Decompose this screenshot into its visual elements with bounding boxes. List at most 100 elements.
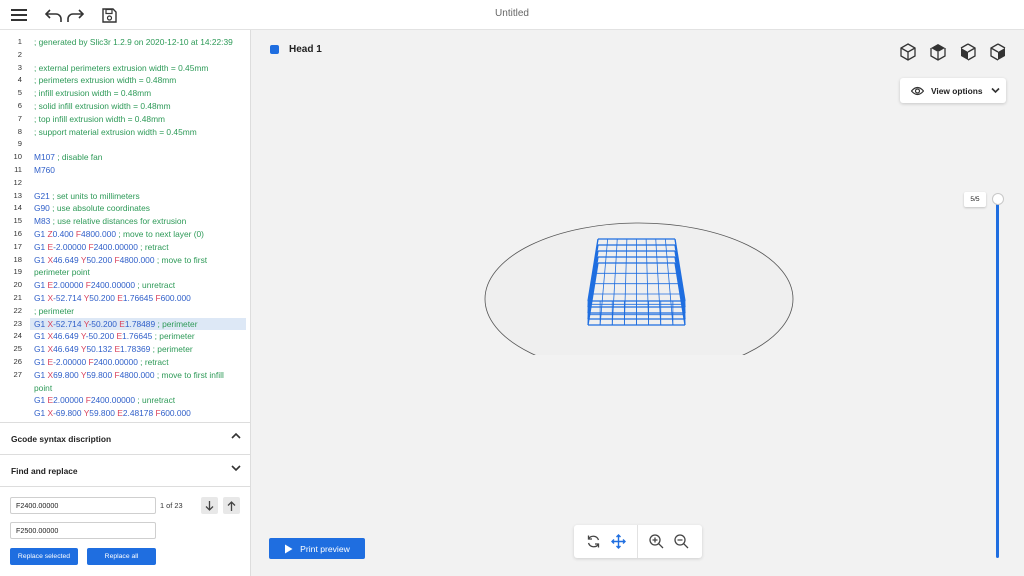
view-options-button[interactable]: View options	[900, 78, 1006, 103]
code-line[interactable]	[34, 138, 246, 151]
code-line[interactable]: ; solid infill extrusion width = 0.48mm	[34, 100, 246, 113]
code-line[interactable]: G21 ; set units to millimeters	[34, 190, 246, 203]
zoom-in-icon[interactable]	[648, 533, 664, 549]
build-plate-preview[interactable]	[470, 215, 810, 355]
find-replace-header[interactable]: Find and replace	[0, 454, 251, 486]
view-top-icon[interactable]	[930, 43, 946, 61]
code-token: G90	[34, 203, 50, 214]
code-token: G1	[34, 408, 48, 419]
code-token: 1.76645	[122, 331, 153, 342]
code-token: G1	[34, 369, 48, 380]
view-front-icon[interactable]	[960, 43, 976, 61]
code-token: -2.00000	[53, 356, 89, 367]
code-line[interactable]: ; generated by Slic3r 1.2.9 on 2020-12-1…	[34, 36, 246, 49]
code-line[interactable]: G1 E-2.00000 F2400.00000 ; retract	[34, 241, 246, 254]
code-line[interactable]: M760	[34, 164, 246, 177]
zoom-out-icon[interactable]	[673, 533, 689, 549]
line-number: 21	[13, 292, 22, 302]
code-token: 1.78489	[124, 318, 156, 329]
code-line[interactable]: G1 X-69.800 Y59.800 E2.48178 F600.000	[34, 407, 246, 420]
code-line[interactable]: G1 X46.649 Y50.132 E1.78369 ; perimeter	[34, 343, 246, 356]
code-token: 50.200	[86, 254, 115, 265]
line-number: 4	[17, 75, 22, 85]
pan-icon[interactable]	[610, 533, 626, 549]
code-token: perimeter point	[34, 267, 90, 278]
gcode-editor[interactable]: 1 2 3 4 5 6 7 8 9 10 11 12 13 14 15 16 17 18 19 20 21 22 23 24 2…	[0, 30, 251, 422]
code-line[interactable]: G90 ; use absolute coordinates	[34, 202, 246, 215]
code-line[interactable]: G1 X-52.714 Y-50.200 E1.78489 ; perimete…	[30, 317, 246, 331]
line-number: 2	[17, 49, 22, 59]
head-selector[interactable]: Head 1	[270, 44, 322, 55]
code-token: 2400.00000	[93, 356, 138, 367]
replace-selected-button[interactable]: Replace selected	[10, 548, 78, 565]
view-iso-icon[interactable]	[900, 43, 916, 61]
code-line[interactable]: ; top infill extrusion width = 0.48mm	[34, 113, 246, 126]
code-line[interactable]: G1 E-2.00000 F2400.00000 ; retract	[34, 356, 246, 369]
eye-icon	[911, 86, 924, 96]
code-token: 600.000	[160, 292, 191, 303]
line-number-gutter: 1 2 3 4 5 6 7 8 9 10 11 12 13 14 15 16 17 18 19 20 21 22 23 24 2…	[0, 36, 28, 382]
code-line[interactable]: G1 X46.649 Y-50.200 E1.76645 ; perimeter	[34, 330, 246, 343]
replace-input[interactable]	[10, 522, 156, 539]
replace-all-button[interactable]: Replace all	[87, 548, 156, 565]
view-side-icon[interactable]	[990, 43, 1006, 61]
code-token: ; support material extrusion width = 0.4…	[34, 126, 197, 137]
code-line[interactable]: ; support material extrusion width = 0.4…	[34, 126, 246, 139]
code-token: G1	[34, 254, 48, 265]
line-number: 11	[14, 164, 22, 174]
find-input[interactable]	[10, 497, 156, 514]
code-token: ; top infill extrusion width = 0.48mm	[34, 113, 166, 124]
code-line[interactable]: G1 Z0.400 F4800.000 ; move to next layer…	[34, 228, 246, 241]
code-line[interactable]: ; infill extrusion width = 0.48mm	[34, 87, 246, 100]
code-token: 2.00000	[53, 395, 86, 406]
print-preview-label: Print preview	[300, 543, 350, 554]
code-token: 50.132	[86, 344, 115, 355]
chevron-up-icon	[231, 432, 241, 442]
code-token: -2.00000	[53, 241, 89, 252]
code-token: ; perimeter	[150, 344, 193, 355]
next-match-button[interactable]	[201, 497, 218, 514]
code-line[interactable]: ; perimeters extrusion width = 0.48mm	[34, 74, 246, 87]
code-line[interactable]: G1 E2.00000 F2400.00000 ; unretract	[34, 279, 246, 292]
code-token: ; perimeter	[152, 331, 195, 342]
syntax-description-header[interactable]: Gcode syntax discription	[0, 422, 251, 454]
code-line[interactable]: M83 ; use relative distances for extrusi…	[34, 215, 246, 228]
code-line[interactable]: G1 E2.00000 F2400.00000 ; unretract	[34, 394, 246, 407]
code-line[interactable]: perimeter point	[34, 266, 246, 279]
layer-slider-thumb[interactable]	[992, 193, 1004, 205]
layer-slider-track[interactable]	[996, 199, 999, 558]
code-token: 46.649	[53, 344, 81, 355]
code-token: G1	[34, 280, 48, 291]
code-token: 600.000	[160, 408, 191, 419]
code-token: ; retract	[137, 356, 169, 367]
code-token: M83	[34, 216, 51, 227]
gcode-lines[interactable]: ; generated by Slic3r 1.2.9 on 2020-12-1…	[30, 36, 246, 420]
code-token: ; set units to millimeters	[49, 190, 140, 201]
code-token: -69.800	[53, 408, 84, 419]
previous-match-button[interactable]	[223, 497, 240, 514]
line-number: 19	[13, 267, 22, 277]
code-line[interactable]: M107 ; disable fan	[34, 151, 246, 164]
code-line[interactable]	[34, 177, 246, 190]
print-preview-button[interactable]: Print preview	[269, 538, 365, 559]
code-token: M760	[34, 164, 55, 175]
code-line[interactable]: ; external perimeters extrusion width = …	[34, 62, 246, 75]
rotate-icon[interactable]	[585, 533, 601, 549]
code-line[interactable]: ; perimeter	[34, 305, 246, 318]
gcode-panel: 1 2 3 4 5 6 7 8 9 10 11 12 13 14 15 16 17 18 19 20 21 22 23 24 2…	[0, 30, 251, 576]
syntax-description-title: Gcode syntax discription	[11, 433, 112, 444]
code-token: 2400.00000	[90, 395, 136, 406]
code-line[interactable]: G1 X46.649 Y50.200 F4800.000 ; move to f…	[34, 254, 246, 267]
code-line[interactable]: G1 X-52.714 Y50.200 E1.76645 F600.000	[34, 292, 246, 305]
build-plate	[484, 222, 794, 355]
line-number: 3	[17, 62, 22, 72]
code-line[interactable]: G1 X69.800 Y59.800 F4800.000 ; move to f…	[34, 369, 246, 382]
code-token: G1	[34, 292, 48, 303]
head-label: Head 1	[289, 44, 322, 55]
code-token: -50.200	[85, 331, 117, 342]
code-token: 4800.000	[81, 228, 116, 239]
code-token: ; retract	[137, 241, 169, 252]
code-line[interactable]: point	[34, 382, 246, 395]
line-number: 5	[17, 88, 22, 98]
code-line[interactable]	[34, 49, 246, 62]
